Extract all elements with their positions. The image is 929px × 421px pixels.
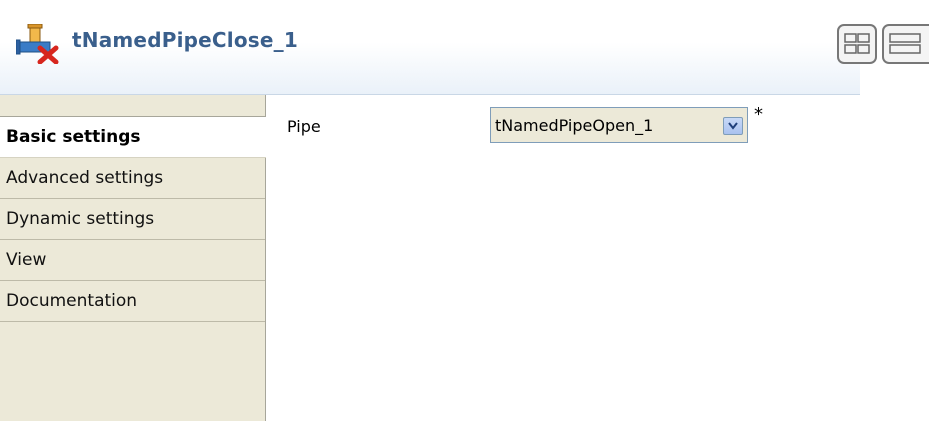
tab-dynamic-settings[interactable]: Dynamic settings <box>0 199 265 240</box>
pipe-select[interactable]: tNamedPipeOpen_1 <box>490 107 748 143</box>
list-view-icon <box>889 33 921 54</box>
pipe-close-icon <box>15 23 60 65</box>
list-view-button[interactable] <box>882 24 929 64</box>
tab-basic-settings[interactable]: Basic settings <box>0 117 266 158</box>
tab-view[interactable]: View <box>0 240 265 281</box>
required-marker: * <box>754 104 763 125</box>
settings-sidebar: Basic settings Advanced settings Dynamic… <box>0 95 266 421</box>
chevron-down-icon[interactable] <box>723 117 743 135</box>
grid-view-icon <box>844 33 870 54</box>
component-title: tNamedPipeClose_1 <box>72 28 298 52</box>
tab-documentation[interactable]: Documentation <box>0 281 265 322</box>
component-header: tNamedPipeClose_1 <box>0 0 860 95</box>
sidebar-top-spacer <box>0 95 265 117</box>
pipe-select-value: tNamedPipeOpen_1 <box>495 116 654 135</box>
grid-view-button[interactable] <box>837 24 877 64</box>
pipe-label: Pipe <box>287 117 321 136</box>
tab-advanced-settings[interactable]: Advanced settings <box>0 158 265 199</box>
